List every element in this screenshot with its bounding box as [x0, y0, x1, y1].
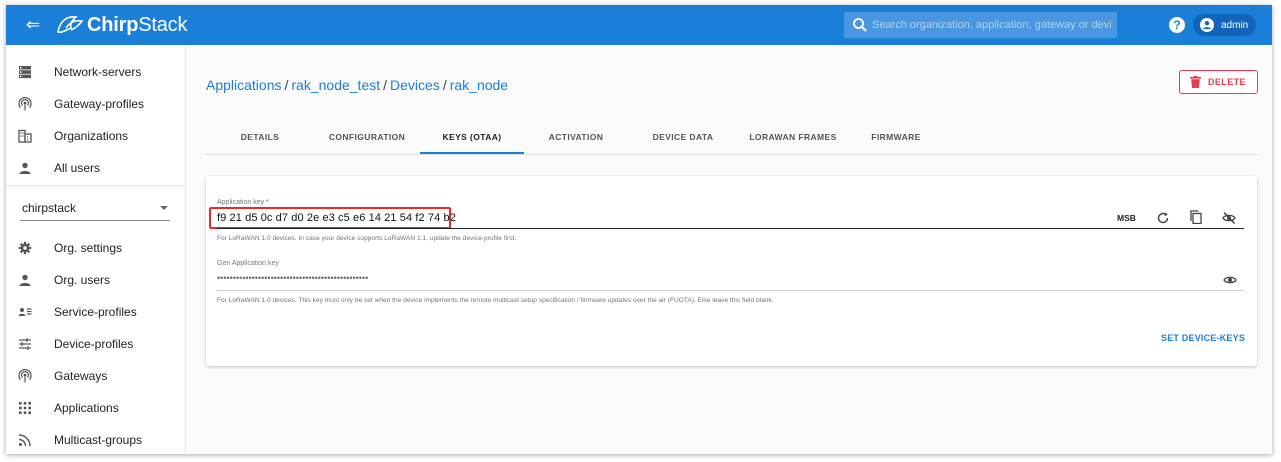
gen-app-key-helper-text: For LoRaWAN 1.0 devices. This key must o…	[217, 297, 774, 304]
sidebar: Network-servers Gateway-profiles Organiz…	[6, 45, 186, 454]
breadcrumb-separator: /	[284, 77, 289, 93]
wifi-tethering-icon	[18, 97, 32, 111]
sidebar-item-network-servers[interactable]: Network-servers	[6, 57, 186, 87]
sidebar-item-org-settings[interactable]: Org. settings	[6, 233, 186, 263]
chirpstack-logo-icon	[57, 16, 84, 33]
logo-text: ChirpStack	[87, 13, 188, 36]
sidebar-item-label: Device-profiles	[54, 337, 134, 351]
breadcrumb-devices[interactable]: Devices	[390, 77, 440, 93]
organization-selected-value: chirpstack	[22, 201, 77, 215]
sidebar-item-applications[interactable]: Applications	[6, 393, 186, 423]
breadcrumb-device[interactable]: rak_node	[450, 77, 508, 93]
organization-select[interactable]: chirpstack	[20, 197, 170, 221]
sidebar-item-org-users[interactable]: Org. users	[6, 265, 186, 295]
breadcrumb-separator: /	[442, 77, 447, 93]
tab-firmware[interactable]: FIRMWARE	[848, 125, 944, 154]
menu-toggle-icon[interactable]: ⇐	[24, 15, 42, 35]
refresh-icon[interactable]	[1156, 211, 1170, 225]
help-icon[interactable]: ?	[1169, 17, 1185, 33]
sidebar-item-device-profiles[interactable]: Device-profiles	[6, 329, 186, 359]
chirpstack-logo[interactable]: ChirpStack	[54, 11, 187, 39]
sidebar-item-label: Org. settings	[54, 241, 123, 255]
sidebar-item-label: Org. users	[54, 273, 111, 287]
breadcrumb-separator: /	[383, 77, 388, 93]
sidebar-item-organizations[interactable]: Organizations	[6, 121, 186, 151]
server-icon	[19, 66, 31, 79]
copy-icon[interactable]	[1189, 210, 1203, 224]
rss-icon	[18, 434, 31, 447]
person-icon	[19, 274, 31, 286]
visibility-off-icon[interactable]	[1222, 211, 1236, 225]
delete-button-label: DELETE	[1208, 77, 1246, 87]
gen-app-key-underline	[217, 290, 1244, 291]
search-input[interactable]	[872, 12, 1112, 38]
tune-icon	[19, 338, 31, 350]
sidebar-item-label: All users	[54, 161, 101, 175]
sidebar-item-label: Gateway-profiles	[54, 97, 145, 111]
sidebar-item-all-users[interactable]: All users	[6, 153, 186, 183]
user-menu-button[interactable]: admin	[1193, 14, 1256, 36]
sidebar-item-label: Organizations	[54, 129, 129, 143]
visibility-icon[interactable]	[1223, 273, 1237, 287]
sidebar-item-gateway-profiles[interactable]: Gateway-profiles	[6, 89, 186, 119]
domain-icon	[18, 129, 32, 143]
sidebar-item-gateways[interactable]: Gateways	[6, 361, 186, 391]
set-device-keys-button[interactable]: SET DEVICE-KEYS	[1161, 333, 1245, 343]
account-circle-icon	[1200, 18, 1214, 32]
tab-details[interactable]: DETAILS	[206, 125, 314, 154]
trash-icon	[1190, 76, 1201, 88]
gen-app-key-input[interactable]: ••••••••••••••••••••••••••••••••••••••••…	[217, 273, 368, 283]
app-key-label: Application key *	[217, 199, 269, 206]
global-search[interactable]	[844, 12, 1117, 38]
tab-activation[interactable]: ACTIVATION	[524, 125, 628, 154]
top-app-bar: ⇐ ChirpStack ? admin	[6, 5, 1272, 45]
apps-icon	[19, 402, 31, 414]
tab-device-data[interactable]: DEVICE DATA	[628, 125, 738, 154]
sidebar-item-multicast-groups[interactable]: Multicast-groups	[6, 425, 186, 454]
sidebar-item-label: Network-servers	[54, 65, 142, 79]
gen-app-key-label: Gen Application key	[217, 260, 279, 267]
sidebar-divider	[6, 185, 186, 186]
app-key-underline	[217, 228, 1244, 229]
byte-order-toggle-button[interactable]: MSB	[1117, 213, 1136, 223]
app-key-highlight-box	[209, 207, 451, 229]
breadcrumb: Applications / rak_node_test / Devices / rak_n…	[206, 77, 508, 93]
tab-configuration[interactable]: CONFIGURATION	[314, 125, 420, 154]
wifi-tethering-icon	[18, 369, 32, 383]
sidebar-item-label: Gateways	[54, 369, 108, 383]
tab-lorawan-frames[interactable]: LORAWAN FRAMES	[738, 125, 848, 154]
keys-form-card: Application key * f9 21 d5 0c d7 d0 2e e…	[206, 176, 1257, 366]
device-tabs: DETAILS CONFIGURATION KEYS (OTAA) ACTIVA…	[206, 125, 1257, 155]
delete-button[interactable]: DELETE	[1179, 70, 1258, 94]
app-key-helper-text: For LoRaWAN 1.0 devices. In case your de…	[217, 235, 517, 242]
breadcrumb-application[interactable]: rak_node_test	[291, 77, 380, 93]
sidebar-item-label: Applications	[54, 401, 119, 415]
sidebar-item-label: Multicast-groups	[54, 433, 143, 447]
chevron-down-icon	[160, 206, 168, 210]
account-details-icon	[18, 308, 32, 316]
gear-icon	[18, 241, 32, 255]
user-name: admin	[1221, 19, 1249, 31]
tab-keys-otaa[interactable]: KEYS (OTAA)	[420, 125, 524, 154]
app-window: ⇐ ChirpStack ? admin	[6, 5, 1272, 454]
person-icon	[19, 162, 31, 174]
search-icon	[853, 18, 867, 32]
sidebar-item-service-profiles[interactable]: Service-profiles	[6, 297, 186, 327]
breadcrumb-applications[interactable]: Applications	[206, 77, 282, 93]
sidebar-item-label: Service-profiles	[54, 305, 137, 319]
